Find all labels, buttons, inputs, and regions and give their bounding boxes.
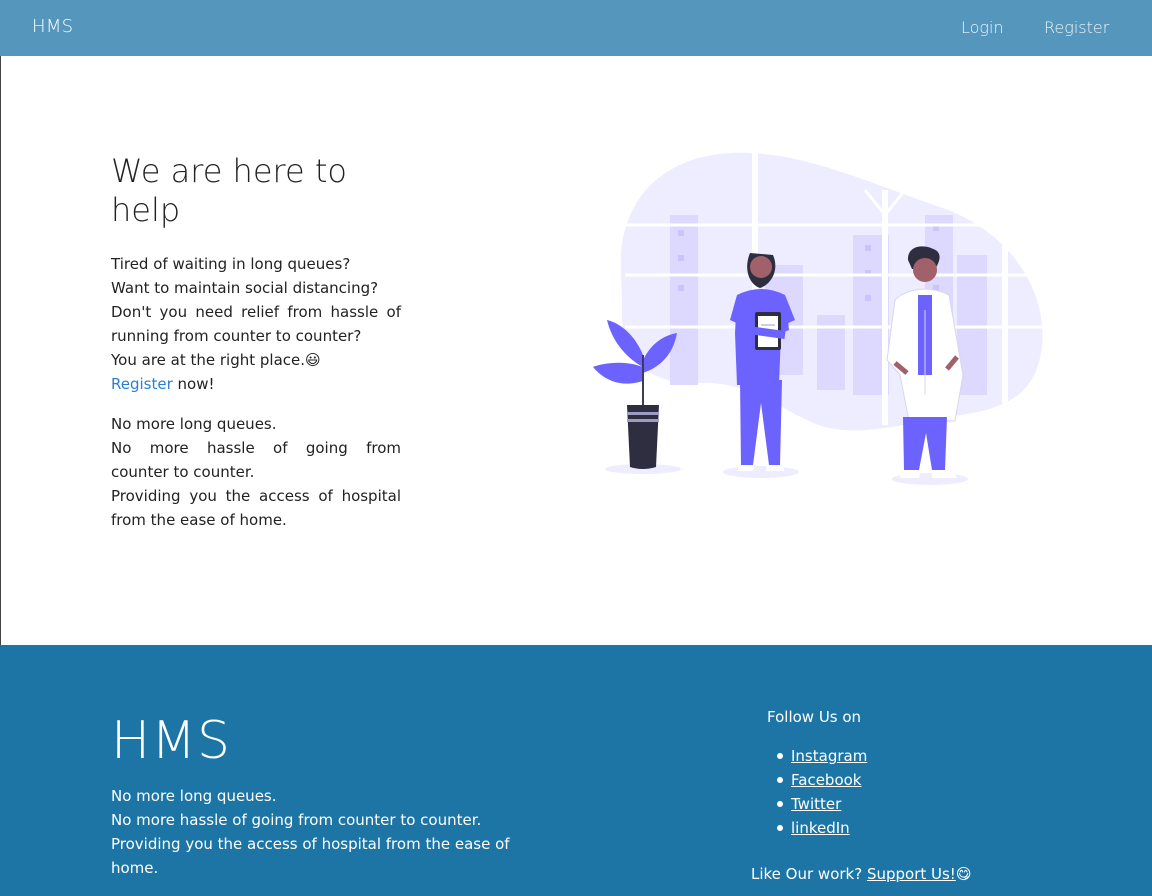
hero-p2-line: counter to counter. (111, 463, 255, 481)
left-border (0, 56, 1, 645)
brand-logo[interactable]: HMS (32, 16, 73, 37)
hero-title: We are here to help (111, 152, 411, 230)
hero-p1-line: You are at the right place. (111, 351, 306, 369)
register-nav-link[interactable]: Register (1044, 18, 1109, 37)
register-link[interactable]: Register (111, 375, 173, 393)
hero-paragraph-2: No more long queues. No more hassle of g… (111, 412, 401, 532)
follow-us-label: Follow Us on (767, 708, 862, 726)
twitter-link[interactable]: Twitter (791, 795, 841, 813)
like-work-text: Like Our work? (751, 865, 867, 883)
social-item: Twitter (776, 792, 867, 816)
footer-text-line: No more hassle of going from counter to … (111, 811, 482, 829)
navbar: HMS Login Register (0, 0, 1152, 56)
hero-p1-line: Tired of waiting in long queues? (111, 255, 351, 273)
smile-emoji-icon: 😃 (305, 351, 321, 369)
hero-p2-line: from the ease of home. (111, 511, 287, 529)
footer-text-line: Providing you the access of hospital fro… (111, 835, 510, 853)
facebook-link[interactable]: Facebook (791, 771, 861, 789)
hero-p1-now-text: now! (172, 375, 215, 393)
support-us-link[interactable]: Support Us! (867, 865, 956, 883)
yum-emoji-icon: 😋 (955, 865, 972, 883)
footer: HMS No more long queues. No more hassle … (0, 645, 1152, 896)
hero-p1-line: Don't you need relief from hassle of (111, 303, 401, 321)
support-line: Like Our work? Support Us!😋 (751, 865, 971, 883)
footer-description: No more long queues. No more hassle of g… (111, 784, 551, 880)
hero-p1-line: Want to maintain social distancing? (111, 279, 379, 297)
linkedin-link[interactable]: linkedIn (791, 819, 850, 837)
footer-text-line: No more long queues. (111, 787, 277, 805)
hero-p2-line: No more long queues. (111, 415, 277, 433)
social-item: Facebook (776, 768, 867, 792)
social-item: linkedIn (776, 816, 867, 840)
social-item: Instagram (776, 744, 867, 768)
social-links-list: Instagram Facebook Twitter linkedIn (776, 744, 867, 840)
doctors-illustration (593, 145, 1045, 485)
hero-p2-line: Providing you the access of hospital (111, 487, 401, 505)
footer-brand: HMS (111, 711, 231, 771)
hero-title-line-1: We are here to (111, 152, 347, 190)
hero-title-line-2: help (111, 191, 181, 229)
login-link[interactable]: Login (961, 18, 1004, 37)
hero-paragraph-1: Tired of waiting in long queues? Want to… (111, 252, 401, 396)
hero-p2-line: No more hassle of going from (111, 439, 401, 457)
hero-p1-line: running from counter to counter? (111, 327, 362, 345)
footer-text-line: home. (111, 859, 159, 877)
instagram-link[interactable]: Instagram (791, 747, 867, 765)
